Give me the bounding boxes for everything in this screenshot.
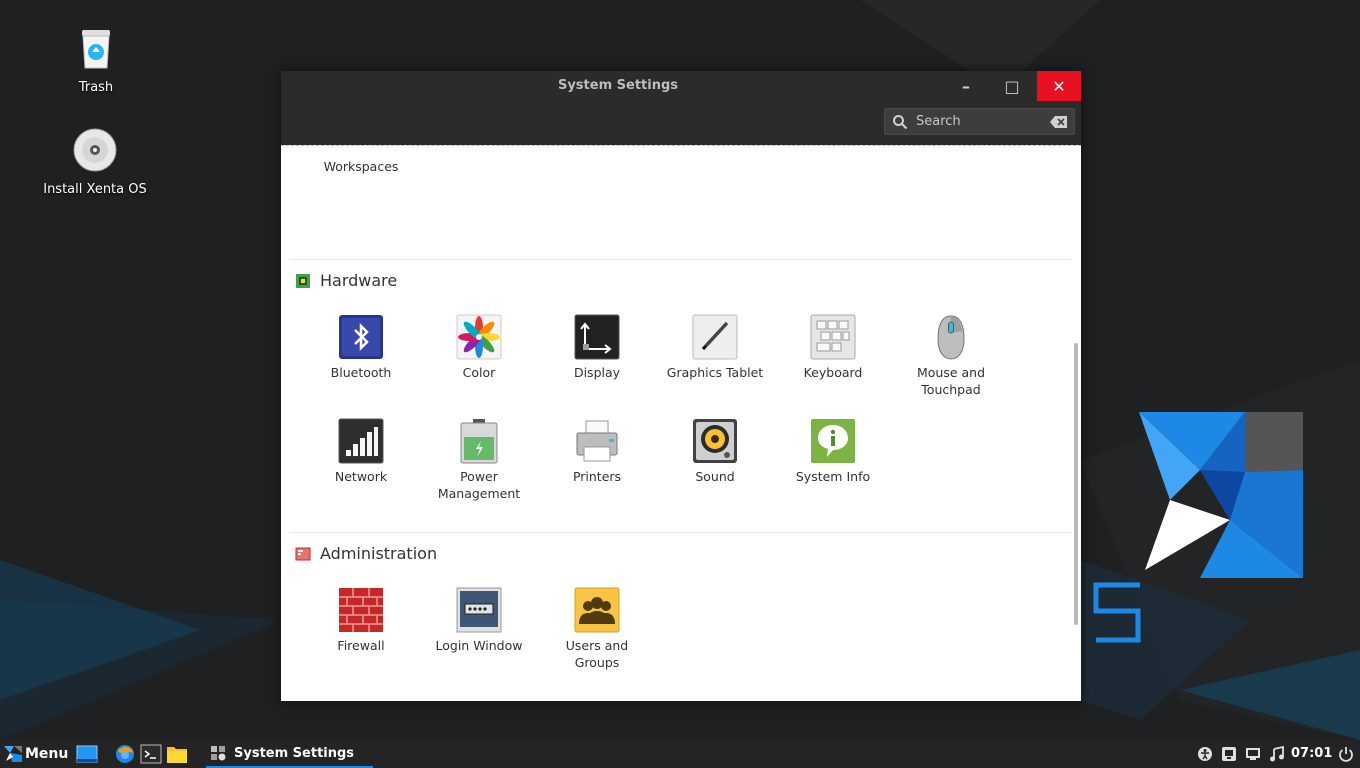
settings-item-label: Mouse and Touchpad: [916, 365, 986, 397]
settings-item-label: Sound: [695, 469, 735, 484]
graphics-tablet-icon: [692, 314, 738, 360]
taskbar: Menu System Settings 07:01: [0, 740, 1360, 768]
network-icon: [338, 418, 384, 464]
administration-icon: [295, 547, 311, 560]
settings-item-network[interactable]: Network: [306, 417, 416, 485]
menu-button[interactable]: Menu: [4, 740, 68, 768]
settings-item-mouse-touchpad[interactable]: Mouse and Touchpad: [896, 313, 1006, 398]
desktop-icon-label: Install Xenta OS: [43, 182, 147, 197]
section-header-administration: Administration: [295, 544, 437, 563]
settings-item-label: Users and Groups: [565, 638, 629, 670]
section-separator: [290, 259, 1071, 260]
display-icon: [574, 314, 620, 360]
settings-item-power-management[interactable]: Power Management: [424, 417, 534, 502]
xenta-menu-icon: [4, 746, 22, 762]
section-separator: [290, 532, 1071, 533]
settings-item-label: Power Management: [437, 469, 521, 501]
settings-item-label: Firewall: [337, 638, 385, 653]
section-header-hardware: Hardware: [295, 271, 397, 290]
accessibility-icon[interactable]: [1197, 746, 1213, 762]
show-desktop-icon[interactable]: [76, 743, 98, 765]
settings-item-users-groups[interactable]: Users and Groups: [542, 586, 652, 671]
window-title: System Settings: [557, 78, 679, 93]
desktop-icon-install[interactable]: Install Xenta OS: [40, 126, 150, 197]
desktop-icon-label: Trash: [78, 80, 114, 95]
settings-item-label: Bluetooth: [330, 365, 392, 380]
display-tray-icon[interactable]: [1221, 746, 1237, 762]
window-header-bar: Search: [281, 101, 1081, 145]
firewall-icon: [339, 588, 383, 632]
maximize-button[interactable]: □: [989, 71, 1035, 101]
search-placeholder: Search: [916, 114, 961, 129]
keyboard-icon: [810, 314, 856, 360]
battery-icon: [460, 419, 498, 464]
settings-item-printers[interactable]: Printers: [542, 417, 652, 485]
workspaces-icon: [337, 145, 385, 155]
settings-item-label: Graphics Tablet: [666, 365, 764, 380]
taskbar-item-system-settings[interactable]: System Settings: [206, 740, 373, 768]
network-tray-icon[interactable]: [1245, 746, 1261, 762]
settings-task-icon: [211, 746, 226, 761]
settings-item-keyboard[interactable]: Keyboard: [778, 313, 888, 381]
settings-item-label: Network: [334, 469, 388, 484]
hardware-chip-icon: [296, 273, 310, 288]
users-groups-icon: [574, 587, 620, 633]
settings-item-label: Printers: [572, 469, 622, 484]
terminal-icon[interactable]: [140, 743, 162, 765]
search-icon: [893, 115, 908, 130]
system-info-icon: [811, 419, 855, 463]
bluetooth-icon: [339, 315, 383, 359]
settings-item-label: Keyboard: [803, 365, 863, 380]
minimize-button[interactable]: –: [943, 71, 989, 101]
cd-install-icon: [73, 128, 117, 172]
printer-icon: [576, 420, 618, 462]
settings-item-label: Color: [462, 365, 496, 380]
trash-icon: [82, 30, 110, 69]
settings-item-login-window[interactable]: Login Window: [424, 586, 534, 654]
window-titlebar[interactable]: System Settings – □ ✕: [281, 71, 1081, 101]
settings-item-display[interactable]: Display: [542, 313, 652, 381]
settings-item-system-info[interactable]: System Info: [778, 417, 888, 485]
color-icon: [456, 314, 502, 360]
menu-label: Menu: [25, 746, 69, 762]
settings-item-label: Display: [573, 365, 621, 380]
system-settings-window: System Settings – □ ✕ Search Workspaces …: [281, 71, 1081, 701]
settings-content: Workspaces Hardware Bluetooth Color Disp…: [281, 145, 1081, 701]
music-icon[interactable]: [1269, 746, 1285, 762]
web-browser-icon[interactable]: [114, 743, 136, 765]
clear-search-icon[interactable]: [1050, 115, 1068, 129]
settings-item-workspaces[interactable]: Workspaces: [306, 145, 416, 175]
clock[interactable]: 07:01: [1291, 746, 1332, 761]
section-title: Administration: [320, 544, 438, 563]
section-title: Hardware: [320, 271, 398, 290]
settings-item-graphics-tablet[interactable]: Graphics Tablet: [660, 313, 770, 381]
close-button[interactable]: ✕: [1037, 71, 1081, 101]
settings-item-sound[interactable]: Sound: [660, 417, 770, 485]
taskbar-item-label: System Settings: [234, 745, 355, 761]
login-window-icon: [456, 587, 502, 633]
settings-item-color[interactable]: Color: [424, 313, 534, 381]
content-scrollbar[interactable]: [1074, 343, 1078, 625]
desktop-icon-trash[interactable]: Trash: [41, 24, 151, 95]
file-manager-icon[interactable]: [166, 743, 188, 765]
settings-item-firewall[interactable]: Firewall: [306, 586, 416, 654]
settings-item-label: Workspaces: [323, 159, 399, 174]
settings-item-label: System Info: [795, 469, 871, 484]
power-icon[interactable]: [1338, 746, 1354, 762]
mouse-icon: [937, 315, 965, 360]
settings-item-bluetooth[interactable]: Bluetooth: [306, 313, 416, 381]
speaker-icon: [693, 419, 737, 463]
settings-item-label: Login Window: [435, 638, 523, 653]
search-input[interactable]: Search: [884, 108, 1075, 135]
